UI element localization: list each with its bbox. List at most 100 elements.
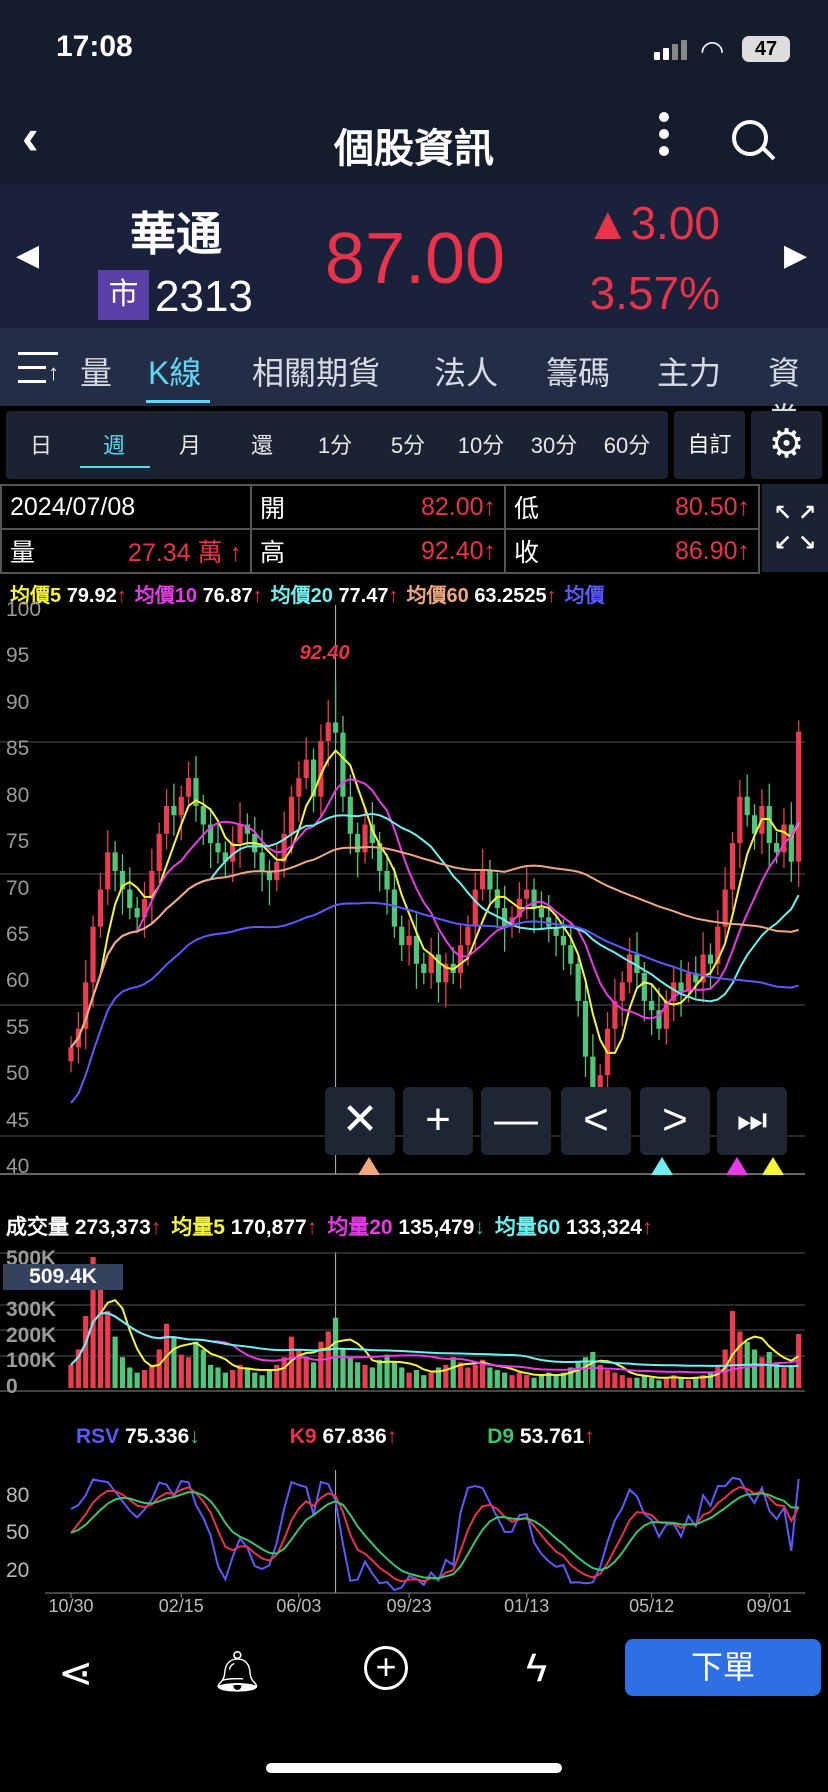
volume-bar [634, 1377, 640, 1388]
volume-bar [693, 1377, 699, 1388]
y-tick-label: 80 [6, 783, 30, 807]
x-tick-label: 01/13 [504, 1596, 550, 1616]
ma10-line [70, 778, 800, 1048]
candle-body [112, 852, 118, 871]
x-tick-label: 10/30 [48, 1596, 94, 1616]
candle-body [325, 722, 331, 741]
signal-triangle [358, 1157, 380, 1175]
volume-bar [355, 1362, 361, 1388]
volume-bar [141, 1370, 148, 1388]
volume-bar [516, 1372, 522, 1388]
volume-max-marker: 509.4K [3, 1264, 123, 1290]
volume-tick-label: 300K [6, 1297, 57, 1321]
candle-body [524, 889, 530, 899]
volume-bar [465, 1367, 471, 1388]
volume-tick-label: 100K [6, 1349, 57, 1373]
volume-bar [502, 1372, 508, 1388]
volume-bar [494, 1370, 500, 1388]
volume-bar [766, 1352, 772, 1388]
volume-bar [781, 1367, 787, 1388]
candle-body [237, 824, 243, 844]
y-tick-label: 55 [6, 1015, 30, 1039]
candle-body [729, 843, 736, 890]
volume-bar [575, 1362, 581, 1388]
ma-long-line [70, 901, 799, 1104]
volume-bar [377, 1359, 383, 1388]
candle-body [421, 963, 427, 974]
volume-bar [369, 1367, 375, 1388]
candle-body [171, 805, 177, 816]
candle-body [641, 973, 647, 1001]
kline-chart[interactable] [0, 0, 828, 1640]
candle-body [340, 732, 346, 797]
scroll-right-button[interactable]: > [640, 1087, 710, 1155]
candle-body [457, 945, 464, 974]
add-icon[interactable]: + [364, 1646, 408, 1690]
candle-body [538, 908, 544, 918]
candle-body [406, 935, 412, 946]
candle-body [619, 982, 625, 1001]
candle-body [384, 870, 390, 890]
zoom-out-button[interactable]: — [481, 1087, 551, 1155]
close-chart-button[interactable]: ✕ [325, 1087, 395, 1155]
candle-body [627, 954, 633, 983]
kd-tick-label: 20 [6, 1558, 30, 1582]
y-tick-label: 100 [6, 598, 42, 621]
candle-body [744, 796, 750, 816]
scroll-left-button[interactable]: < [561, 1087, 631, 1155]
zoom-in-button[interactable]: + [403, 1087, 473, 1155]
volume-bar [274, 1364, 280, 1388]
signal-triangle [726, 1157, 748, 1175]
volume-bar [759, 1357, 765, 1388]
kd-tick-label: 50 [6, 1521, 30, 1544]
ma20-line [70, 812, 800, 1048]
candle-body [391, 889, 397, 927]
volume-bar [303, 1357, 309, 1388]
volume-tick-label: 200K [6, 1323, 57, 1347]
volume-bar [553, 1375, 559, 1388]
volume-bar [729, 1310, 736, 1388]
order-button[interactable]: 下單 [625, 1639, 821, 1696]
jump-to-latest-button[interactable]: ⏭ [717, 1087, 787, 1155]
candle-body [649, 1000, 655, 1011]
volume-bar [281, 1357, 287, 1388]
volume-bar [68, 1364, 74, 1388]
volume-bar [112, 1336, 118, 1388]
candle-body [788, 824, 794, 862]
volume-bar [450, 1357, 456, 1388]
candle-body [68, 1047, 74, 1062]
volume-bar [97, 1280, 103, 1388]
volume-bar [524, 1375, 530, 1388]
bell-icon[interactable]: 🔔︎ [212, 1648, 263, 1695]
volume-bar [685, 1380, 691, 1388]
x-tick-label: 02/15 [158, 1596, 204, 1616]
candle-body [333, 722, 339, 733]
volume-bar [244, 1367, 250, 1388]
volume-bar [656, 1380, 662, 1388]
volume-tick-label: 0 [6, 1375, 18, 1398]
volume-bar [399, 1367, 405, 1388]
y-tick-label: 75 [6, 830, 30, 854]
candle-body [134, 908, 140, 918]
volume-bar [384, 1354, 390, 1388]
home-indicator [266, 1763, 562, 1773]
volume-bar [391, 1362, 397, 1388]
lightning-icon[interactable]: ϟ [526, 1646, 547, 1691]
volume-bar [127, 1367, 133, 1388]
volume-bar [200, 1349, 206, 1388]
volume-bar [149, 1364, 155, 1388]
d-line [70, 1491, 799, 1580]
volume-bar [649, 1377, 655, 1388]
share-icon[interactable]: ⋖ [58, 1648, 93, 1697]
candle-body [582, 1000, 589, 1057]
candle-body [399, 926, 405, 946]
volume-bar [186, 1357, 192, 1388]
volume-bar [193, 1341, 199, 1388]
y-tick-label: 65 [6, 922, 30, 946]
volume-bar [531, 1377, 537, 1388]
y-tick-label: 90 [6, 690, 30, 714]
candle-body [215, 843, 221, 853]
candle-body [355, 833, 361, 853]
candle-body [288, 796, 295, 834]
volume-bar [509, 1375, 515, 1388]
